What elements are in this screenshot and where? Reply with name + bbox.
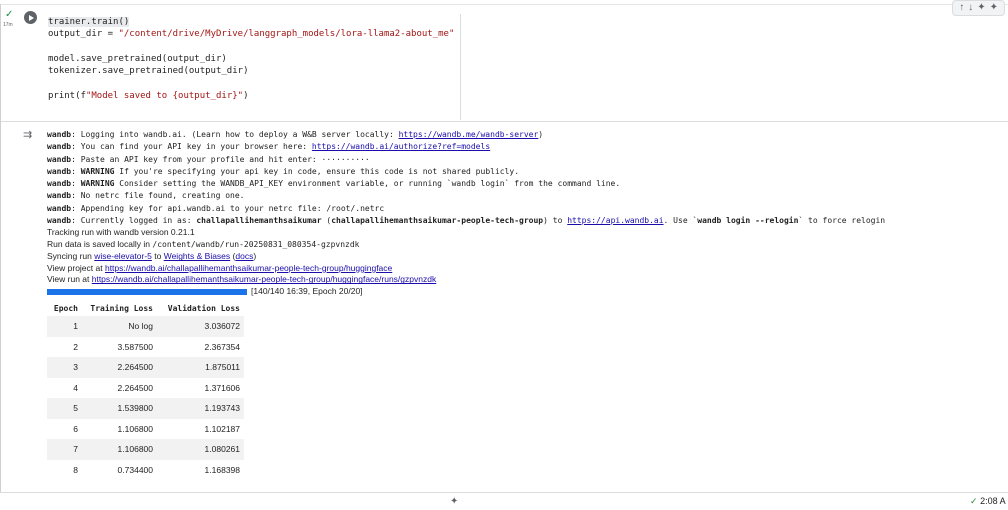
wandb-link[interactable]: Weights & Biases: [164, 251, 230, 261]
log-line: wandb: WARNING Consider setting the WAND…: [47, 179, 621, 189]
table-cell: 8: [73, 464, 78, 475]
code-line: tokenizer.save_pretrained(output_dir): [48, 66, 249, 77]
table-cell: 7: [47, 439, 82, 460]
progress-text: [140/140 16:39, Epoch 20/20]: [251, 285, 363, 296]
log-line: wandb: Logging into wandb.ai. (Learn how…: [47, 130, 544, 139]
run-saved-line: Run data is saved locally in /content/wa…: [47, 238, 360, 249]
table-row: 4 2.264500 1.371606: [47, 378, 244, 399]
table-cell: 2: [73, 341, 78, 352]
table-header: Validation Loss: [167, 304, 240, 314]
move-up-icon[interactable]: ↑: [959, 2, 964, 14]
table-cell: 5: [47, 398, 82, 419]
table-cell: 1.080261: [157, 439, 244, 460]
gemini-icon[interactable]: ✦: [450, 496, 458, 507]
code-cell[interactable]: ✓ 17m trainer.train() output_dir = "/cont…: [0, 0, 1008, 492]
table-cell: 1.106800: [117, 423, 153, 434]
table-cell: 1.106800: [82, 439, 157, 460]
log-line: wandb: WARNING If you're specifying your…: [47, 166, 520, 176]
code-line: print(f"Model saved to {output_dir}"): [48, 90, 249, 101]
table-cell: 2.264500: [82, 357, 157, 378]
table-cell: 1.875011: [157, 357, 244, 378]
log-line: wandb: You can find your API key in your…: [47, 142, 491, 152]
table-header: Epoch: [53, 304, 78, 314]
training-progress: [140/140 16:39, Epoch 20/20]: [47, 286, 997, 297]
table-cell: 1.102187: [204, 423, 240, 434]
log-line: wandb: No netrc file found, creating one…: [47, 191, 245, 201]
run-link[interactable]: https://wandb.ai/challapallihemanthsaiku…: [92, 274, 436, 284]
run-cell-button[interactable]: [24, 11, 37, 24]
table-cell: 3.587500: [117, 341, 153, 352]
check-icon: ✓: [5, 9, 14, 20]
table-row: 6 1.106800 1.102187: [47, 419, 244, 440]
check-icon: ✓: [970, 496, 978, 506]
project-link[interactable]: https://wandb.ai/challapallihemanthsaiku…: [105, 263, 392, 273]
logged-in-line: wandb: Currently logged in as: challapal…: [47, 216, 886, 226]
code-editor[interactable]: trainer.train() output_dir = "/content/dr…: [42, 8, 460, 121]
log-line: wandb: Paste an API key from your profil…: [47, 154, 370, 164]
training-table: Epoch Training Loss Validation Loss 1 No lo…: [47, 301, 244, 480]
table-row: 3 2.264500 1.875011: [47, 357, 244, 378]
log-link[interactable]: https://wandb.ai/authorize?ref=models: [312, 142, 490, 151]
editor-divider: [460, 14, 461, 120]
wandb-log: wandb: Logging into wandb.ai. (Learn how…: [47, 129, 997, 215]
tracking-line: Tracking run with wandb version 0.21.1: [47, 227, 195, 238]
table-row: 1 No log 3.036072: [47, 316, 244, 337]
table-cell: 1.168398: [204, 464, 240, 475]
syncing-line: Syncing run wise-elevator-5 to Weights &…: [47, 251, 257, 262]
table-row: 5 1.539800 1.193743: [47, 398, 244, 419]
table-cell: 3: [47, 357, 82, 378]
status-bar: ✦ ✓ 2:08 A: [0, 492, 1008, 510]
code-line: model.save_pretrained(output_dir): [48, 53, 227, 64]
table-cell: 1: [47, 316, 82, 337]
cell-toolbar: ↑ ↓ ✦ ✦: [952, 0, 1005, 16]
log-line: wandb: Appending key for api.wandb.ai to…: [47, 203, 385, 213]
progress-bar: [47, 288, 247, 295]
api-link[interactable]: https://api.wandb.ai: [567, 216, 663, 225]
move-down-icon[interactable]: ↓: [968, 2, 973, 14]
more-icon[interactable]: ✦: [990, 2, 998, 14]
table-cell: 6: [73, 423, 78, 434]
code-line: output_dir = "/content/drive/MyDrive/lan…: [48, 29, 455, 40]
table-row: 7 1.106800 1.080261: [47, 439, 244, 460]
table-cell: 2.264500: [117, 382, 153, 393]
table-cell: 3.036072: [157, 316, 244, 337]
execution-status[interactable]: ✓ 2:08 A: [970, 496, 1006, 507]
run-line: View run at https://wandb.ai/challapalli…: [47, 274, 437, 285]
table-row: 8 0.734400 1.168398: [47, 460, 244, 481]
table-cell: 1.371606: [204, 382, 240, 393]
table-cell: 1.539800: [82, 398, 157, 419]
table-cell: 1.193743: [157, 398, 244, 419]
execution-time: 17m: [3, 22, 13, 28]
table-header: Training Loss: [90, 304, 153, 314]
code-line: trainer.train(): [48, 17, 130, 27]
project-line: View project at https://wandb.ai/challap…: [47, 262, 393, 273]
table-cell: 0.734400: [117, 464, 153, 475]
docs-link[interactable]: docs: [235, 251, 253, 261]
output-actions-icon[interactable]: ⇉: [23, 128, 32, 141]
table-cell: No log: [82, 316, 157, 337]
table-row: 2 3.587500 2.367354: [47, 337, 244, 358]
output-separator: [1, 121, 1008, 122]
run-name-link[interactable]: wise-elevator-5: [94, 251, 152, 261]
cell-output: wandb: Logging into wandb.ai. (Learn how…: [47, 129, 997, 480]
gemini-icon[interactable]: ✦: [977, 2, 985, 14]
log-link[interactable]: https://wandb.me/wandb-server: [399, 130, 539, 139]
table-cell: 4: [73, 382, 78, 393]
table-cell: 2.367354: [204, 341, 240, 352]
